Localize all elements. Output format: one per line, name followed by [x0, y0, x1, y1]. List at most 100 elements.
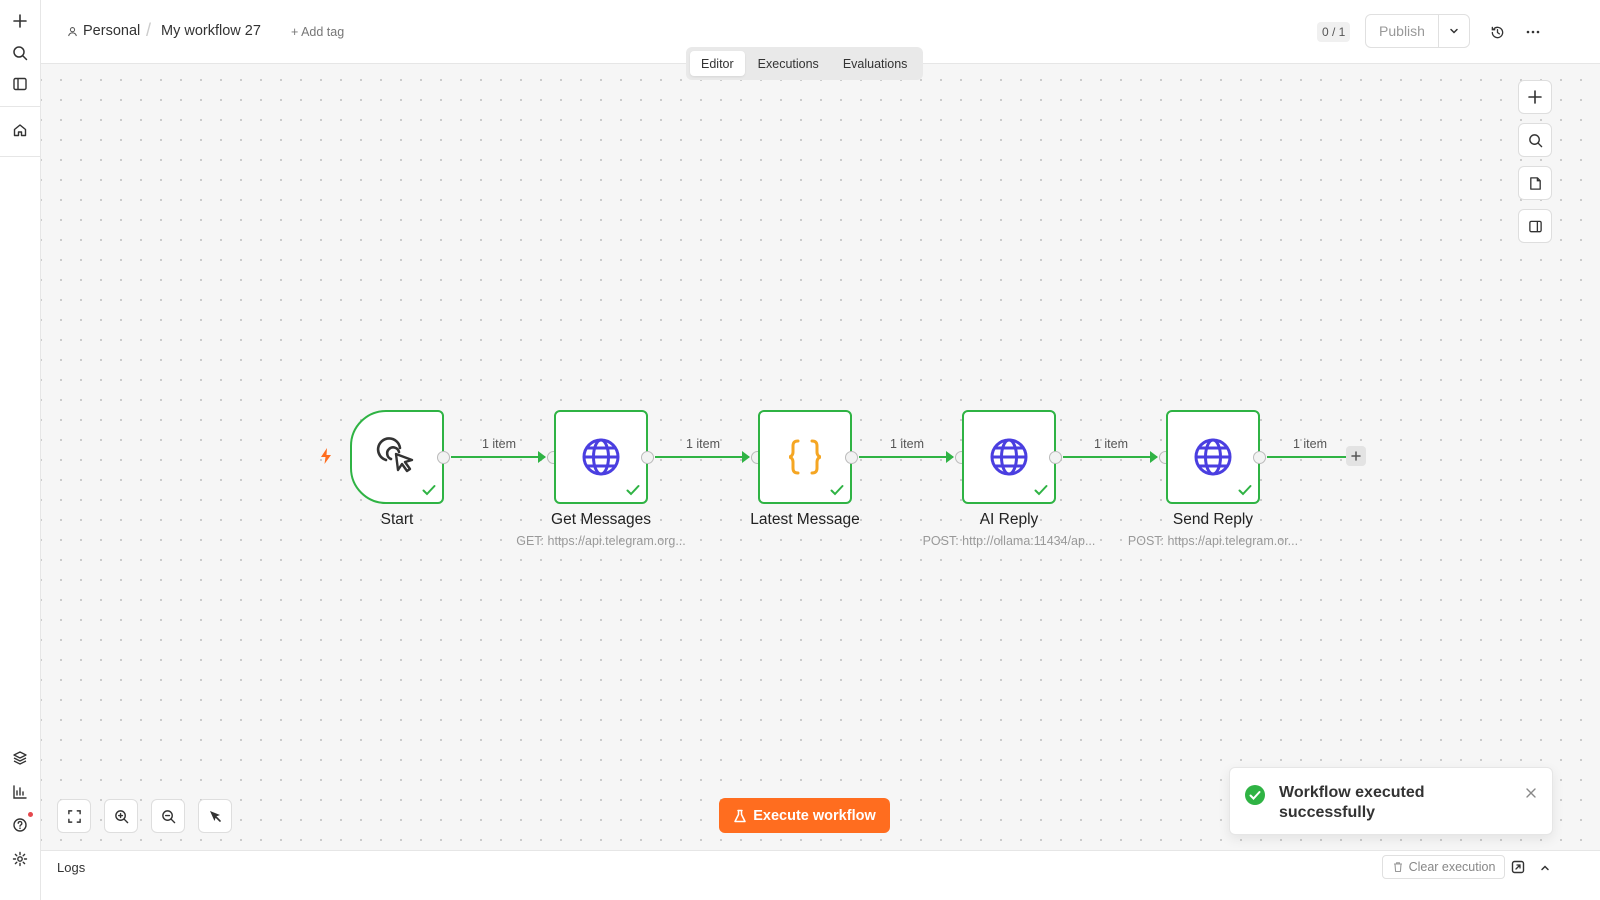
node-subtitle: POST: http://ollama:11434/ap...	[922, 534, 1096, 548]
templates-icon[interactable]	[8, 746, 32, 770]
plus-icon	[1528, 90, 1542, 104]
output-port[interactable]	[641, 451, 654, 464]
trash-icon	[1393, 862, 1402, 873]
notification-dot	[28, 812, 33, 817]
node-latest-message[interactable]	[758, 410, 852, 504]
breadcrumb-project[interactable]: Personal	[67, 23, 140, 39]
success-check-icon	[830, 485, 844, 496]
node-title: Get Messages	[551, 511, 651, 528]
output-port[interactable]	[437, 451, 450, 464]
rail-divider	[0, 106, 40, 107]
success-toast: Workflow executed successfully	[1229, 767, 1553, 835]
add-icon[interactable]	[8, 9, 32, 33]
connection-edge[interactable]	[859, 456, 953, 458]
tab-editor[interactable]: Editor	[690, 51, 745, 76]
logs-panel: Logs Clear execution	[41, 850, 1600, 900]
globe-icon	[990, 438, 1028, 476]
chevron-down-icon	[1450, 28, 1458, 34]
globe-icon	[1194, 438, 1232, 476]
zoom-out-button[interactable]	[151, 799, 185, 833]
left-sidebar	[0, 0, 41, 900]
user-icon	[68, 26, 77, 36]
add-node-panel-button[interactable]	[1518, 80, 1552, 114]
code-braces-icon	[788, 439, 822, 475]
tab-evaluations[interactable]: Evaluations	[832, 51, 919, 76]
zoom-in-button[interactable]	[104, 799, 138, 833]
add-node-button[interactable]	[1346, 446, 1366, 466]
node-title: Start	[380, 511, 414, 528]
fit-view-icon	[67, 809, 81, 823]
panel-icon	[1528, 220, 1542, 232]
edge-arrow	[946, 451, 954, 463]
sticky-note-button[interactable]	[1518, 166, 1552, 200]
edge-label: 1 item	[1292, 437, 1328, 451]
edge-label: 1 item	[685, 437, 721, 451]
node-start[interactable]	[350, 410, 444, 504]
edge-label: 1 item	[889, 437, 925, 451]
workflow-name[interactable]: My workflow 27	[161, 23, 261, 39]
edge-arrow	[742, 451, 750, 463]
workflow-canvas[interactable]: Start 1 item Get Messages GET: https://a…	[41, 64, 1600, 850]
popout-icon[interactable]	[1511, 860, 1525, 879]
publish-dropdown-button[interactable]	[1438, 14, 1470, 48]
success-circle-icon	[1245, 785, 1265, 805]
execute-workflow-button[interactable]: Execute workflow	[719, 798, 890, 833]
plus-icon	[1351, 451, 1361, 461]
fit-view-button[interactable]	[57, 799, 91, 833]
magic-wand-icon	[210, 811, 221, 822]
node-ai-reply[interactable]	[962, 410, 1056, 504]
search-icon	[1528, 133, 1542, 147]
close-icon[interactable]	[1525, 787, 1537, 799]
settings-gear-icon[interactable]	[8, 847, 32, 871]
success-check-icon	[1238, 485, 1252, 496]
edge-label: 1 item	[1093, 437, 1129, 451]
node-send-reply[interactable]	[1166, 410, 1260, 504]
output-port[interactable]	[845, 451, 858, 464]
toggle-panel-button[interactable]	[1518, 209, 1552, 243]
edge-label: 1 item	[481, 437, 517, 451]
output-port[interactable]	[1049, 451, 1062, 464]
edge-arrow	[538, 451, 546, 463]
active-counter-badge: 0 / 1	[1317, 22, 1351, 42]
history-icon[interactable]	[1485, 20, 1509, 44]
clear-execution-label: Clear execution	[1408, 860, 1496, 874]
rail-divider	[0, 156, 40, 157]
success-check-icon	[626, 485, 640, 496]
node-get-messages[interactable]	[554, 410, 648, 504]
tidy-up-button[interactable]	[198, 799, 232, 833]
home-icon[interactable]	[8, 118, 32, 142]
node-title: AI Reply	[979, 511, 1039, 528]
globe-icon	[582, 438, 620, 476]
connection-edge[interactable]	[1063, 456, 1157, 458]
execute-label: Execute workflow	[753, 807, 876, 824]
publish-button[interactable]: Publish	[1365, 14, 1439, 48]
zoom-out-icon	[161, 809, 175, 823]
node-subtitle: POST: https://api.telegram.or...	[1127, 534, 1299, 548]
node-subtitle: GET: https://api.telegram.org...	[516, 534, 686, 548]
search-nodes-button[interactable]	[1518, 123, 1552, 157]
success-check-icon	[1034, 485, 1048, 496]
sticky-note-icon	[1529, 176, 1541, 190]
project-name: Personal	[83, 23, 141, 39]
zoom-in-icon	[114, 809, 128, 823]
connection-edge[interactable]	[655, 456, 749, 458]
more-options-icon[interactable]	[1521, 20, 1545, 44]
cursor-click-icon	[376, 437, 414, 473]
chevron-up-icon[interactable]	[1539, 861, 1551, 879]
logs-title[interactable]: Logs	[57, 860, 85, 875]
breadcrumb-separator: /	[146, 20, 152, 40]
output-port[interactable]	[1253, 451, 1266, 464]
search-icon[interactable]	[8, 41, 32, 65]
view-tabs: Editor Executions Evaluations	[686, 47, 923, 80]
add-tag-button[interactable]: + Add tag	[291, 25, 344, 39]
insights-icon[interactable]	[8, 780, 32, 804]
toast-message: Workflow executed successfully	[1279, 784, 1425, 821]
toggle-sidebar-icon[interactable]	[8, 72, 32, 96]
connection-edge[interactable]	[1267, 456, 1347, 458]
success-check-icon	[422, 485, 436, 496]
clear-execution-button[interactable]: Clear execution	[1382, 855, 1505, 879]
tab-executions[interactable]: Executions	[747, 51, 830, 76]
connection-edge[interactable]	[451, 456, 545, 458]
edge-arrow	[1150, 451, 1158, 463]
node-title: Latest Message	[750, 511, 860, 528]
